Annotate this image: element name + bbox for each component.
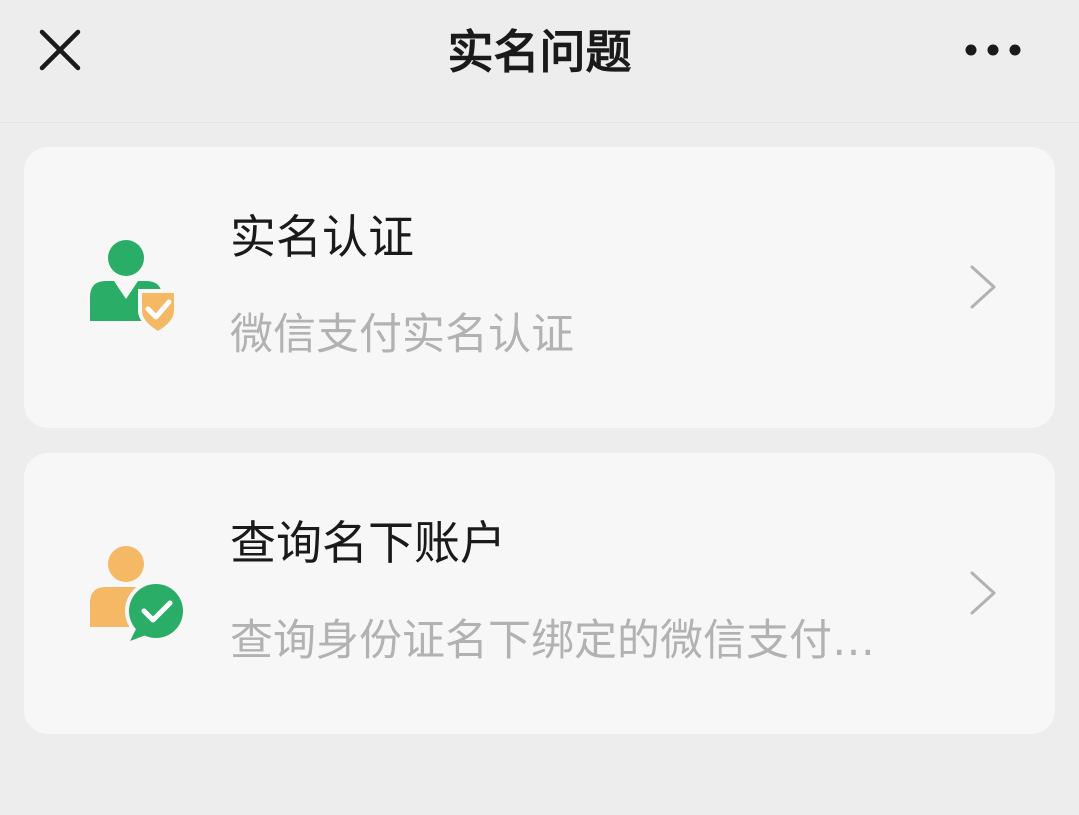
list-item-real-name-verification[interactable]: 实名认证 微信支付实名认证 (24, 147, 1055, 428)
item-subtitle: 微信支付实名认证 (230, 310, 574, 360)
user-shield-check-icon (90, 240, 178, 335)
list-item-query-accounts[interactable]: 查询名下账户 查询身份证名下绑定的微信支付账户 (24, 453, 1055, 734)
more-horizontal-icon (965, 44, 1021, 56)
more-button[interactable] (955, 20, 1035, 80)
item-subtitle: 查询身份证名下绑定的微信支付账户 (230, 616, 890, 666)
item-title: 实名认证 (230, 210, 414, 264)
item-title: 查询名下账户 (230, 516, 506, 570)
close-button[interactable] (30, 20, 90, 80)
user-wechat-check-icon (90, 546, 186, 642)
nav-bar: 实名问题 (0, 0, 1079, 123)
chevron-right-icon (970, 265, 996, 309)
chevron-right-icon (970, 571, 996, 615)
page-title: 实名问题 (447, 25, 632, 79)
close-icon (39, 29, 81, 71)
